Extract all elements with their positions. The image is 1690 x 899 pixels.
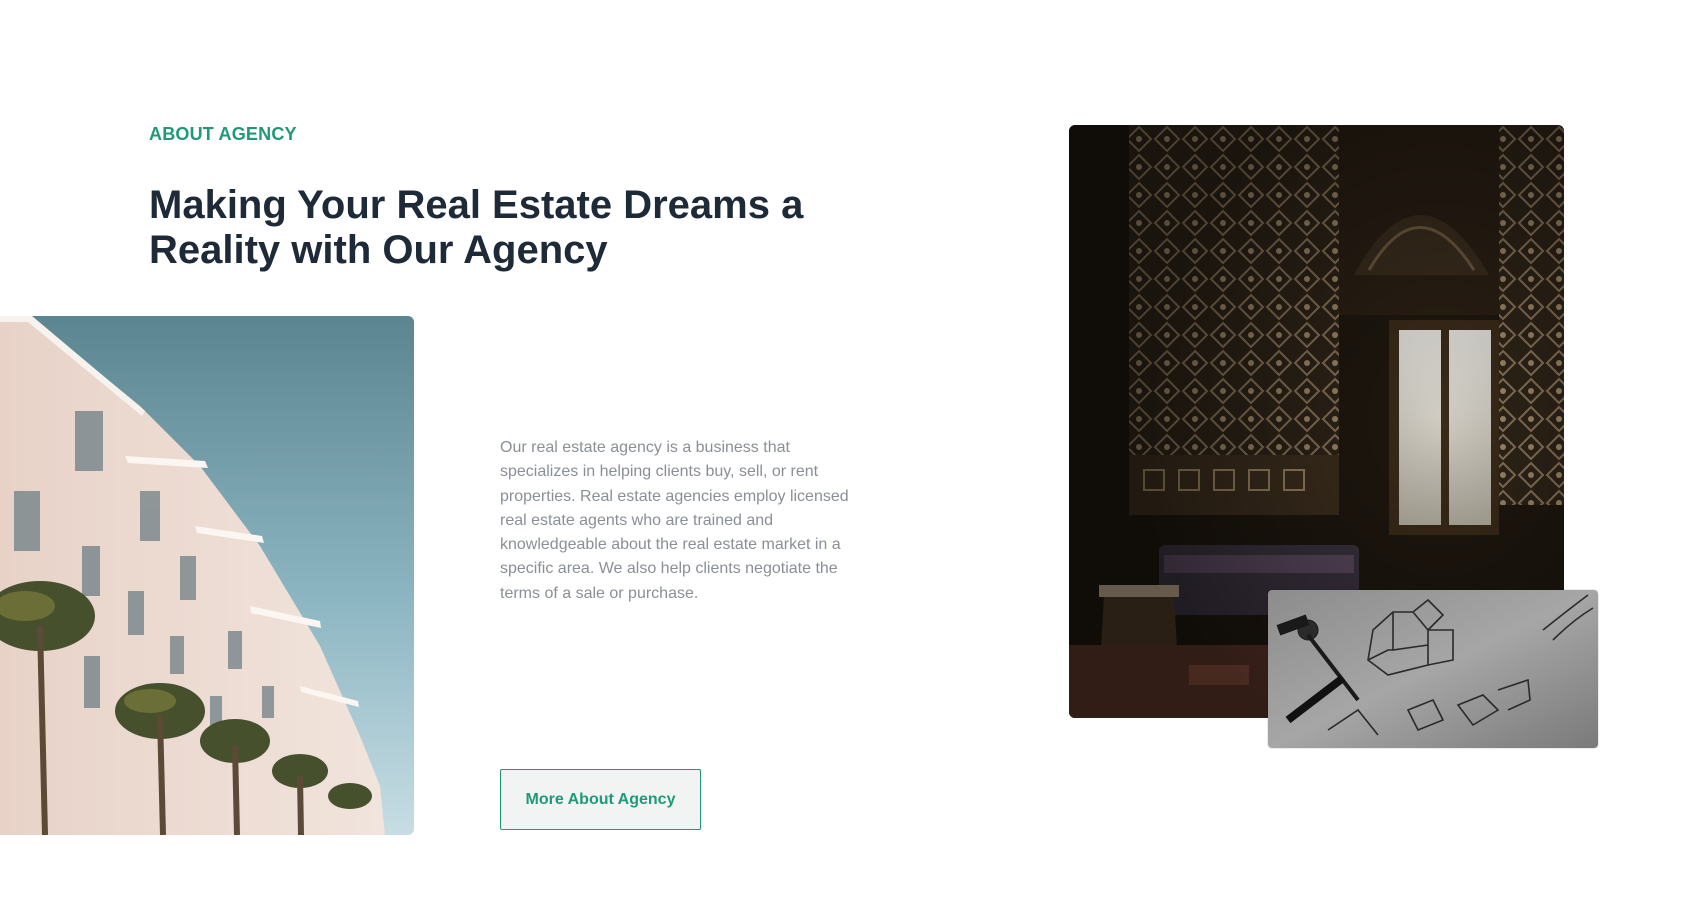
- section-eyebrow: ABOUT AGENCY: [149, 124, 297, 144]
- about-agency-section: ABOUT AGENCY Making Your Real Estate Dre…: [0, 0, 1690, 899]
- section-headline: Making Your Real Estate Dreams a Reality…: [149, 183, 804, 272]
- about-description: Our real estate agency is a business tha…: [500, 439, 849, 602]
- building-photo: [0, 316, 414, 835]
- blueprint-sketch-photo: [1268, 590, 1598, 748]
- more-about-agency-button[interactable]: More About Agency: [500, 769, 701, 830]
